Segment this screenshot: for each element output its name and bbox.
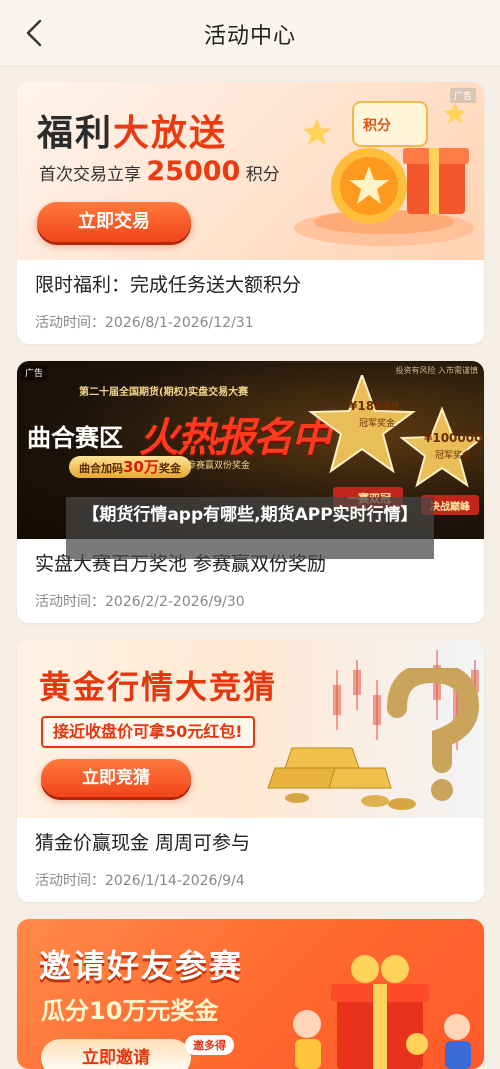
invite-now-button[interactable]: 立即邀请 (41, 1039, 191, 1069)
double-prize-text: 参赛赢双份奖金 (187, 461, 251, 471)
gold-bars-question-illustration (267, 668, 480, 810)
trade-now-button[interactable]: 立即交易 (37, 202, 191, 242)
banner-gold-guess[interactable]: 黄金行情大竞猜 接近收盘价可拿50元红包! 立即竞猜 (17, 640, 484, 818)
competition-name: 第二十届全国期货(期权)实盘交易大赛 (79, 387, 249, 398)
gold-subline: 接近收盘价可拿50元红包! (41, 716, 255, 748)
guess-now-button[interactable]: 立即竞猜 (41, 759, 191, 797)
invite-headline: 邀请好友参赛 (39, 947, 244, 985)
coin-gift-illustration (294, 101, 474, 246)
prize-amount-2: ¥100000 (424, 431, 483, 445)
top-nav-bar: 活动中心 (0, 0, 500, 67)
caption-overlay: 【期货行情app有哪些,期货APP实时行情】 (66, 497, 434, 559)
card-time: 活动时间：2026/1/14-2026/9/4 (35, 873, 245, 889)
banner-welfare[interactable]: 广告 福利大放送 首次交易立享 25000 积分 立即交易 积分 (17, 82, 484, 260)
signup-headline: 火热报名中 (139, 415, 331, 461)
banner-subline: 首次交易立享 25000 积分 (39, 156, 280, 187)
ad-tag: 广告 (21, 365, 48, 380)
gift-people-illustration (293, 955, 471, 1069)
invite-bubble: 邀多得 (185, 1035, 234, 1055)
invite-subline: 瓜分10万元奖金 (41, 997, 219, 1025)
card-time: 活动时间：2026/2/2-2026/9/30 (35, 594, 245, 610)
activity-card-invite[interactable]: 邀请好友参赛 瓜分10万元奖金 立即邀请 邀多得 (17, 919, 484, 1069)
card-title: 猜金价赢现金 周周可参与 (35, 832, 251, 854)
page-title: 活动中心 (203, 24, 296, 49)
banner-headline: 福利大放送 (37, 113, 228, 154)
gold-headline: 黄金行情大竞猜 (39, 668, 278, 706)
activity-card-competition[interactable]: 广告 投资有风险 入市需谨慎 第二十届全国期货(期权)实盘交易大赛 曲合赛区 火… (17, 361, 484, 623)
tag-final-battle: 决战巅峰 (430, 502, 470, 513)
prize-amount-1: ¥18888 (349, 399, 400, 413)
banner-invite[interactable]: 邀请好友参赛 瓜分10万元奖金 立即邀请 邀多得 (17, 919, 484, 1069)
bonus-pill: 曲合加码30万奖金 (69, 456, 191, 478)
points-badge: 积分 (363, 118, 391, 134)
activity-card-gold-guess[interactable]: 黄金行情大竞猜 接近收盘价可拿50元红包! 立即竞猜 猜金价赢现金 周周可参与 … (17, 640, 484, 902)
activity-card-welfare[interactable]: 广告 福利大放送 首次交易立享 25000 积分 立即交易 积分 限时福利：完成… (17, 82, 484, 344)
card-title: 限时福利：完成任务送大额积分 (35, 274, 302, 296)
prize-label-2: 冠军奖金 (435, 451, 472, 461)
division-title: 曲合赛区 (27, 424, 123, 452)
card-time: 活动时间：2026/8/1-2026/12/31 (35, 315, 254, 331)
prize-label-1: 冠军奖金 (359, 419, 396, 429)
